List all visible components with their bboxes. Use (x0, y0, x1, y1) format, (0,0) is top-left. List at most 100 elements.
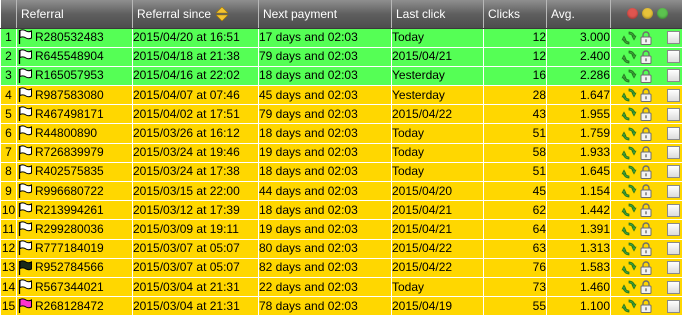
column-header-referral[interactable]: Referral (16, 0, 133, 29)
column-header-referral-since[interactable]: Referral since (132, 0, 259, 29)
row-checkbox[interactable] (667, 88, 680, 102)
flag-icon[interactable] (18, 279, 34, 294)
referral-id[interactable]: R165057953 (35, 68, 104, 82)
lock-icon[interactable] (640, 126, 652, 141)
referral-id[interactable]: R726839979 (35, 145, 104, 159)
lock-icon[interactable] (640, 50, 652, 64)
referral-cell[interactable]: R645548904 (16, 47, 133, 67)
recycle-icon[interactable] (621, 241, 637, 257)
row-checkbox[interactable] (667, 280, 680, 294)
recycle-icon[interactable] (621, 279, 637, 295)
flag-icon[interactable] (18, 202, 34, 218)
table-row[interactable]: 8 R402575835 2015/03/24 at 17:38 18 days… (0, 162, 682, 183)
lock-icon[interactable] (640, 280, 652, 295)
recycle-icon[interactable] (621, 221, 637, 237)
referral-id[interactable]: R777184019 (35, 241, 104, 255)
recycle-icon[interactable] (621, 106, 637, 122)
table-row[interactable]: 1 R280532483 2015/04/20 at 16:51 17 days… (0, 28, 682, 48)
referral-cell[interactable]: R402575835 (16, 162, 133, 183)
close-dot-icon[interactable] (627, 8, 638, 20)
lock-icon[interactable] (640, 88, 652, 103)
row-checkbox[interactable] (667, 107, 680, 121)
table-row[interactable]: 12 R777184019 2015/03/07 at 05:07 80 day… (0, 239, 682, 259)
referral-cell[interactable]: R44800890 (16, 123, 133, 144)
recycle-icon[interactable] (621, 298, 637, 314)
row-checkbox[interactable] (667, 50, 680, 64)
table-row[interactable]: 3 R165057953 2015/04/16 at 22:02 18 days… (0, 66, 682, 87)
referral-id[interactable]: R567344021 (35, 280, 104, 294)
referral-id[interactable]: R952784566 (35, 260, 104, 274)
table-row[interactable]: 4 R987583080 2015/04/07 at 07:46 45 days… (0, 85, 682, 106)
column-header-next-payment[interactable]: Next payment (258, 0, 392, 29)
recycle-icon[interactable] (621, 183, 637, 199)
lock-icon[interactable] (640, 107, 652, 122)
lock-icon[interactable] (640, 30, 652, 45)
referral-cell[interactable]: R777184019 (16, 239, 133, 259)
flag-icon[interactable] (18, 68, 34, 83)
recycle-icon[interactable] (621, 164, 637, 180)
row-checkbox[interactable] (667, 261, 680, 275)
recycle-icon[interactable] (621, 260, 637, 276)
row-checkbox[interactable] (667, 69, 680, 83)
table-row[interactable]: 9 R996680722 2015/03/15 at 22:00 44 days… (0, 181, 682, 202)
row-checkbox[interactable] (667, 299, 680, 313)
row-checkbox[interactable] (667, 184, 680, 198)
referral-cell[interactable]: R567344021 (16, 277, 133, 298)
referral-id[interactable]: R467498171 (35, 107, 104, 121)
referral-cell[interactable]: R467498171 (16, 104, 133, 125)
referral-cell[interactable]: R726839979 (16, 143, 133, 163)
lock-icon[interactable] (640, 203, 652, 218)
row-checkbox[interactable] (667, 127, 680, 141)
row-checkbox[interactable] (667, 222, 680, 236)
table-row[interactable]: 14 R567344021 2015/03/04 at 21:31 22 day… (0, 277, 682, 298)
table-row[interactable]: 15 R268128472 2015/03/04 at 21:31 78 day… (0, 296, 682, 317)
table-row[interactable]: 5 R467498171 2015/04/02 at 17:51 79 days… (0, 104, 682, 125)
lock-icon[interactable] (640, 165, 652, 179)
flag-icon[interactable] (18, 260, 34, 275)
flag-icon[interactable] (18, 144, 34, 160)
table-row[interactable]: 10 R213994261 2015/03/12 at 17:39 18 day… (0, 200, 682, 221)
referral-cell[interactable]: R996680722 (16, 181, 133, 202)
flag-icon[interactable] (18, 106, 34, 122)
row-checkbox[interactable] (667, 242, 680, 256)
referral-id[interactable]: R987583080 (35, 88, 104, 102)
flag-icon[interactable] (18, 48, 34, 64)
referral-id[interactable]: R268128472 (35, 299, 104, 313)
lock-icon[interactable] (640, 261, 652, 275)
referral-id[interactable]: R44800890 (35, 126, 97, 140)
recycle-icon[interactable] (621, 145, 637, 161)
recycle-icon[interactable] (621, 202, 637, 218)
referral-cell[interactable]: R165057953 (16, 66, 133, 87)
flag-icon[interactable] (18, 221, 34, 237)
lock-icon[interactable] (640, 69, 652, 83)
flag-icon[interactable] (18, 298, 34, 314)
referral-id[interactable]: R645548904 (35, 49, 104, 63)
flag-icon[interactable] (18, 29, 34, 45)
table-row[interactable]: 6 R44800890 2015/03/26 at 16:12 18 days … (0, 123, 682, 144)
flag-icon[interactable] (18, 87, 34, 102)
column-header-clicks[interactable]: Clicks (483, 0, 547, 29)
table-row[interactable]: 13 R952784566 2015/03/07 at 05:07 82 day… (0, 258, 682, 278)
referral-id[interactable]: R213994261 (35, 203, 104, 217)
row-checkbox[interactable] (667, 203, 680, 217)
table-row[interactable]: 11 R299280036 2015/03/09 at 19:11 19 day… (0, 219, 682, 240)
referral-id[interactable]: R402575835 (35, 164, 104, 178)
lock-icon[interactable] (640, 299, 652, 314)
recycle-icon[interactable] (621, 68, 637, 84)
row-checkbox[interactable] (667, 31, 680, 45)
flag-icon[interactable] (18, 183, 34, 198)
referral-cell[interactable]: R280532483 (16, 28, 133, 48)
minimize-dot-icon[interactable] (642, 8, 653, 20)
flag-icon[interactable] (18, 164, 34, 179)
referral-id[interactable]: R996680722 (35, 184, 104, 198)
recycle-icon[interactable] (621, 126, 637, 142)
column-header-avg[interactable]: Avg. (546, 0, 611, 29)
recycle-icon[interactable] (621, 49, 637, 65)
lock-icon[interactable] (640, 242, 652, 256)
referral-cell[interactable]: R213994261 (16, 200, 133, 221)
row-checkbox[interactable] (667, 146, 680, 160)
referral-cell[interactable]: R952784566 (16, 258, 133, 278)
recycle-icon[interactable] (621, 30, 637, 46)
lock-icon[interactable] (640, 222, 652, 237)
lock-icon[interactable] (640, 184, 652, 199)
